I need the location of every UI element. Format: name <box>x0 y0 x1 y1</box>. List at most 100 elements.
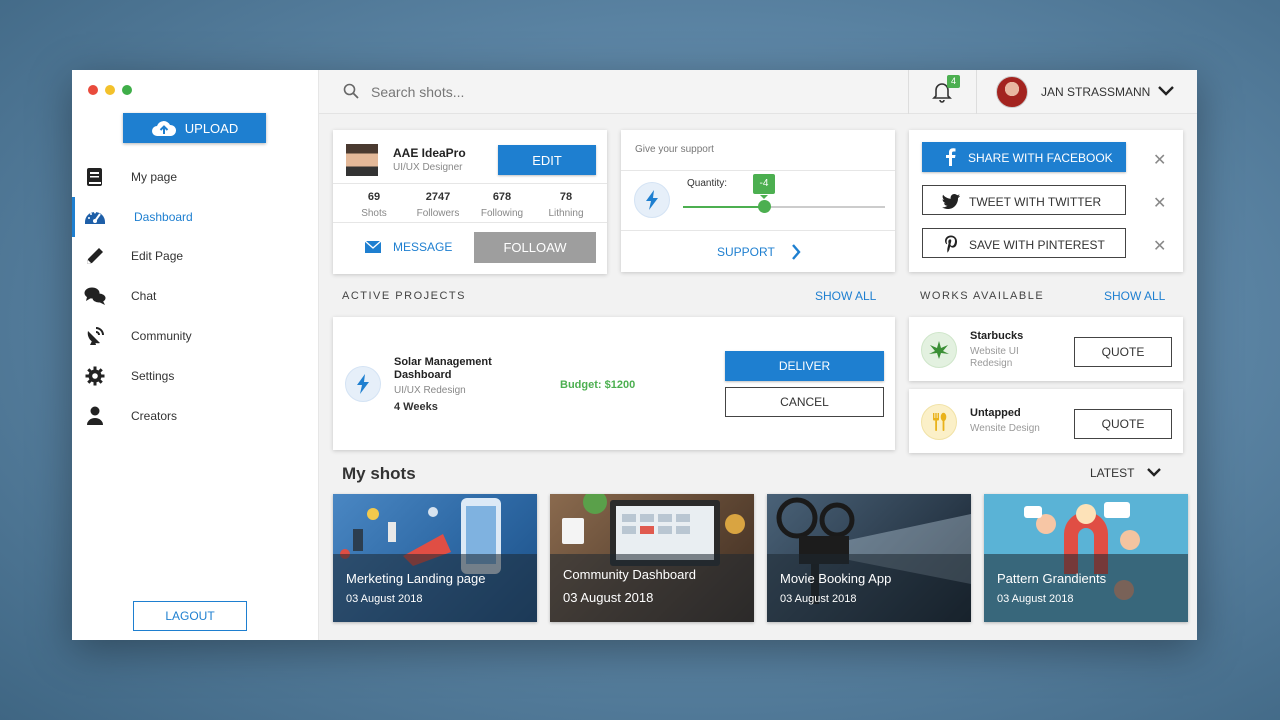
deliver-button[interactable]: DELIVER <box>725 351 884 381</box>
leaf-icon <box>921 332 957 368</box>
share-card: SHARE WITH FACEBOOK ✕ TWEET WITH TWITTER… <box>909 130 1183 272</box>
tweet-twitter-button[interactable]: TWEET WITH TWITTER <box>922 185 1126 215</box>
sidebar-item-creators[interactable]: Creators <box>72 396 318 436</box>
cloud-upload-icon <box>151 121 176 136</box>
upload-button[interactable]: UPLOAD <box>123 113 266 143</box>
profile-card: AAE IdeaPro UI/UX Designer EDIT 69 Shots… <box>333 130 607 274</box>
stat-label: Followers <box>416 208 460 219</box>
user-name[interactable]: JAN STRASSMANN <box>1041 85 1150 99</box>
shot-date: 03 August 2018 <box>780 593 857 605</box>
lightning-icon <box>646 190 658 210</box>
maximize-window-dot[interactable] <box>122 85 132 95</box>
sidebar-item-label: Chat <box>131 289 157 304</box>
stat-followers: 2747 Followers <box>406 191 470 219</box>
quote-button[interactable]: QUOTE <box>1074 409 1172 439</box>
show-all-projects-link[interactable]: SHOW ALL <box>815 289 876 303</box>
notification-badge: 4 <box>947 75 960 88</box>
support-card: Give your support Quantity: -4 SUPPORT <box>621 130 895 272</box>
search-icon <box>343 83 359 104</box>
message-label: MESSAGE <box>393 240 453 254</box>
book-icon <box>84 166 106 188</box>
satellite-icon <box>84 325 106 347</box>
share-facebook-label: SHARE WITH FACEBOOK <box>968 151 1113 165</box>
sidebar-item-chat[interactable]: Chat <box>72 276 318 316</box>
shot-overlay <box>550 554 754 622</box>
shot-card[interactable]: Pattern Grandients 03 August 2018 <box>984 494 1188 622</box>
shot-overlay <box>767 554 971 622</box>
top-bar: 4 JAN STRASSMANN <box>319 70 1197 114</box>
profile-role: UI/UX Designer <box>393 162 463 173</box>
pencil-icon <box>84 245 106 267</box>
divider <box>908 70 909 114</box>
divider <box>333 183 607 184</box>
shot-title: Pattern Grandients <box>997 571 1107 586</box>
share-facebook-button[interactable]: SHARE WITH FACEBOOK <box>922 142 1126 172</box>
my-shots-heading: My shots <box>342 464 416 483</box>
sidebar-item-label: My page <box>131 169 178 184</box>
save-pinterest-button[interactable]: SAVE WITH PINTEREST <box>922 228 1126 258</box>
search-input[interactable] <box>371 81 671 103</box>
divider <box>333 222 607 223</box>
support-title: Give your support <box>635 144 714 155</box>
follow-button[interactable]: FOLLOAW <box>474 232 596 263</box>
bolt-badge <box>634 182 670 218</box>
shot-card[interactable]: Movie Booking App 03 August 2018 <box>767 494 971 622</box>
sidebar-item-label: Edit Page <box>131 249 184 264</box>
shot-title: Community Dashboard <box>563 567 696 582</box>
chevron-right-icon <box>791 244 801 260</box>
quantity-value-badge: -4 <box>753 174 775 199</box>
save-pinterest-label: SAVE WITH PINTEREST <box>969 238 1105 252</box>
sidebar-item-settings[interactable]: Settings <box>72 356 318 396</box>
message-button[interactable]: MESSAGE <box>365 240 452 254</box>
shot-title: Merketing Landing page <box>346 571 486 586</box>
profile-avatar <box>346 144 378 176</box>
close-icon[interactable]: ✕ <box>1153 193 1167 212</box>
twitter-icon <box>942 192 960 210</box>
close-icon[interactable]: ✕ <box>1153 236 1167 255</box>
sidebar-item-my-page[interactable]: My page <box>72 157 318 197</box>
support-button[interactable]: SUPPORT <box>717 244 801 260</box>
quantity-slider[interactable]: -4 <box>683 174 885 213</box>
edit-button[interactable]: EDIT <box>498 145 596 175</box>
work-description: Website UI Redesign <box>970 346 1019 369</box>
shot-date: 03 August 2018 <box>997 593 1074 605</box>
logout-button[interactable]: LAGOUT <box>133 601 247 631</box>
project-duration: 4 Weeks <box>394 401 438 413</box>
stat-value: 678 <box>492 191 512 203</box>
show-all-works-link[interactable]: SHOW ALL <box>1104 289 1165 303</box>
sidebar-item-community[interactable]: Community <box>72 316 318 356</box>
stat-value: 78 <box>559 191 573 203</box>
cancel-button[interactable]: CANCEL <box>725 387 884 417</box>
chat-icon <box>84 285 106 307</box>
chevron-down-icon[interactable] <box>1157 84 1175 103</box>
mail-icon <box>365 241 381 253</box>
lightning-icon <box>357 374 369 394</box>
user-icon <box>84 405 106 427</box>
pinterest-icon <box>942 235 960 253</box>
slider-fill <box>683 206 764 208</box>
sort-dropdown[interactable]: LATEST <box>1090 466 1162 480</box>
window-controls <box>88 85 132 95</box>
work-description: Wensite Design <box>970 423 1040 434</box>
sidebar: UPLOAD My page Dashboard Edit Page Chat … <box>72 70 319 640</box>
stat-value: 2747 <box>425 191 451 203</box>
sidebar-item-edit-page[interactable]: Edit Page <box>72 237 318 277</box>
close-icon[interactable]: ✕ <box>1153 150 1167 169</box>
project-title: Solar Management Dashboard <box>394 356 492 381</box>
shot-card[interactable]: Community Dashboard 03 August 2018 <box>550 494 754 622</box>
shot-date: 03 August 2018 <box>346 593 423 605</box>
app-window: UPLOAD My page Dashboard Edit Page Chat … <box>72 70 1197 640</box>
chevron-down-icon <box>1147 468 1162 477</box>
minimize-window-dot[interactable] <box>105 85 115 95</box>
slider-handle[interactable] <box>758 200 771 213</box>
shot-card[interactable]: Merketing Landing page 03 August 2018 <box>333 494 537 622</box>
quantity-label: Quantity: <box>687 178 728 189</box>
divider <box>976 70 977 114</box>
main-content: 4 JAN STRASSMANN AAE IdeaPro UI/UX Desig… <box>319 70 1197 640</box>
user-avatar[interactable] <box>996 76 1028 108</box>
close-window-dot[interactable] <box>88 85 98 95</box>
notifications-button[interactable]: 4 <box>932 75 960 105</box>
quote-button[interactable]: QUOTE <box>1074 337 1172 367</box>
sidebar-item-dashboard[interactable]: Dashboard <box>72 196 318 237</box>
upload-label: UPLOAD <box>184 120 239 136</box>
